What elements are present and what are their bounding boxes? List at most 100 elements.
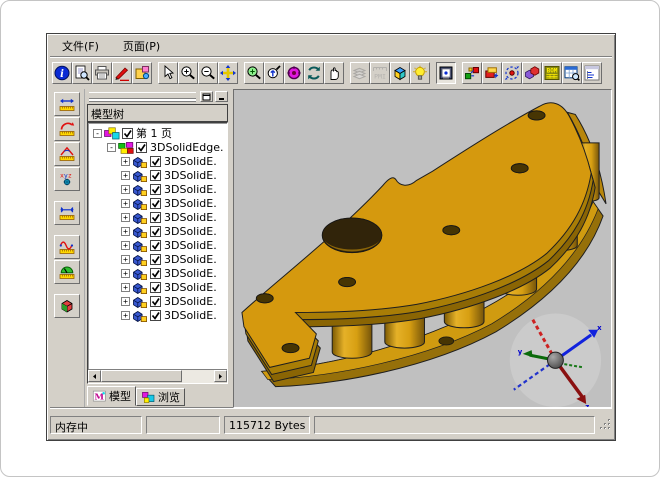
tree-row[interactable]: -第 1 页 — [91, 126, 227, 140]
refresh-button[interactable] — [304, 62, 324, 84]
light-button[interactable] — [410, 62, 430, 84]
part-cube-icon — [132, 155, 148, 168]
zoom-in-button[interactable] — [178, 62, 198, 84]
expand-icon[interactable]: + — [121, 171, 130, 180]
panel-gripper[interactable] — [87, 91, 228, 102]
section-box-button[interactable] — [54, 294, 80, 318]
expand-icon[interactable]: + — [121, 185, 130, 194]
view-cube-button[interactable] — [390, 62, 410, 84]
orbit-render-button[interactable] — [284, 62, 304, 84]
panel-restore-button[interactable] — [200, 91, 213, 102]
expand-icon[interactable]: + — [121, 311, 130, 320]
solid-parts-button[interactable] — [522, 62, 542, 84]
scroll-right-button[interactable] — [214, 370, 227, 382]
select-cursor-button[interactable] — [158, 62, 178, 84]
tree-row-label: 3DSolidE. — [164, 239, 217, 252]
expand-icon[interactable]: + — [121, 157, 130, 166]
tree-row[interactable]: +3DSolidE. — [91, 252, 227, 266]
annotate-button[interactable] — [112, 62, 132, 84]
visibility-checkbox[interactable] — [136, 142, 147, 153]
tree-row[interactable]: +3DSolidE. — [91, 168, 227, 182]
explode-parts-button[interactable] — [462, 62, 482, 84]
expand-icon[interactable]: + — [121, 199, 130, 208]
pmi-button[interactable]: PMI — [370, 62, 390, 84]
tree-box: -第 1 页-3DSolidEdge.+3DSolidE.+3DSolidE.+… — [87, 122, 228, 384]
measure-distance-button[interactable] — [54, 201, 80, 225]
measure-angle-button[interactable] — [54, 142, 80, 166]
tree-row[interactable]: -3DSolidEdge. — [91, 140, 227, 154]
export-colors-button[interactable] — [132, 62, 152, 84]
tree-row[interactable]: +3DSolidE. — [91, 224, 227, 238]
tree-row[interactable]: +3DSolidE. — [91, 238, 227, 252]
visibility-checkbox[interactable] — [150, 254, 161, 265]
tree-row[interactable]: +3DSolidE. — [91, 196, 227, 210]
visibility-checkbox[interactable] — [150, 296, 161, 307]
bom-button[interactable]: BOM — [542, 62, 562, 84]
layers-button[interactable] — [350, 62, 370, 84]
panel-book-button[interactable] — [436, 62, 456, 84]
machine-output-button[interactable] — [482, 62, 502, 84]
visibility-checkbox[interactable] — [150, 282, 161, 293]
check-icon — [151, 185, 160, 194]
collapse-icon[interactable]: - — [107, 143, 116, 152]
zoom-window-button[interactable] — [244, 62, 264, 84]
tree-row[interactable]: +3DSolidE. — [91, 294, 227, 308]
svg-text:BOM: BOM — [547, 68, 558, 75]
measure-radius-button[interactable] — [54, 117, 80, 141]
tab-model[interactable]: M模型 — [87, 386, 136, 406]
visibility-checkbox[interactable] — [150, 184, 161, 195]
collapse-icon[interactable]: - — [93, 129, 102, 138]
part-cube-icon — [132, 155, 148, 168]
tree-view-button[interactable] — [582, 62, 602, 84]
expand-icon[interactable]: + — [121, 297, 130, 306]
tree-row[interactable]: +3DSolidE. — [91, 182, 227, 196]
pan-hand-button[interactable] — [324, 62, 344, 84]
visibility-checkbox[interactable] — [150, 226, 161, 237]
visibility-checkbox[interactable] — [150, 198, 161, 209]
measure-curve-button[interactable] — [54, 235, 80, 259]
arrow-left-icon — [91, 373, 98, 380]
tree-row[interactable]: +3DSolidE. — [91, 154, 227, 168]
visibility-checkbox[interactable] — [150, 156, 161, 167]
coordinate-xyz-button[interactable]: xyz — [54, 167, 80, 191]
expand-icon[interactable]: + — [121, 241, 130, 250]
menu-item-file[interactable]: 文件(F) — [60, 37, 101, 55]
expand-icon[interactable]: + — [121, 213, 130, 222]
visibility-checkbox[interactable] — [150, 170, 161, 181]
visibility-checkbox[interactable] — [150, 310, 161, 321]
expand-icon[interactable]: + — [121, 227, 130, 236]
tree-row[interactable]: +3DSolidE. — [91, 280, 227, 294]
zoom-previous-button[interactable] — [264, 62, 284, 84]
visibility-checkbox[interactable] — [150, 240, 161, 251]
zoom-out-button[interactable] — [198, 62, 218, 84]
viewport[interactable]: x y z — [233, 89, 612, 408]
scroll-thumb[interactable] — [101, 370, 182, 382]
resize-grip[interactable] — [599, 418, 612, 432]
visibility-checkbox[interactable] — [150, 268, 161, 279]
rotate-view-button[interactable] — [502, 62, 522, 84]
expand-icon[interactable]: + — [121, 283, 130, 292]
expand-icon[interactable]: + — [121, 255, 130, 264]
info-button[interactable]: i — [52, 62, 72, 84]
menu-item-page[interactable]: 页面(P) — [121, 37, 162, 55]
pan-axes-button[interactable] — [218, 62, 238, 84]
scroll-track[interactable] — [182, 370, 214, 383]
panel-minimize-button[interactable] — [215, 91, 228, 102]
tree-row[interactable]: +3DSolidE. — [91, 308, 227, 322]
expand-icon[interactable]: + — [121, 269, 130, 278]
scroll-left-button[interactable] — [88, 370, 101, 382]
measure-length-button[interactable] — [54, 92, 80, 116]
print-button[interactable] — [92, 62, 112, 84]
visibility-checkbox[interactable] — [122, 128, 133, 139]
visibility-checkbox[interactable] — [150, 212, 161, 223]
pmi-icon: PMI — [372, 65, 388, 81]
tab-browse[interactable]: 浏览 — [136, 388, 185, 406]
tree-row[interactable]: +3DSolidE. — [91, 210, 227, 224]
check-icon — [151, 255, 160, 264]
part-cube-icon — [132, 197, 148, 210]
tree-horizontal-scrollbar[interactable] — [88, 369, 227, 383]
print-preview-button[interactable] — [72, 62, 92, 84]
measure-gauge-button[interactable] — [54, 260, 80, 284]
report-table-button[interactable] — [562, 62, 582, 84]
tree-row[interactable]: +3DSolidE. — [91, 266, 227, 280]
